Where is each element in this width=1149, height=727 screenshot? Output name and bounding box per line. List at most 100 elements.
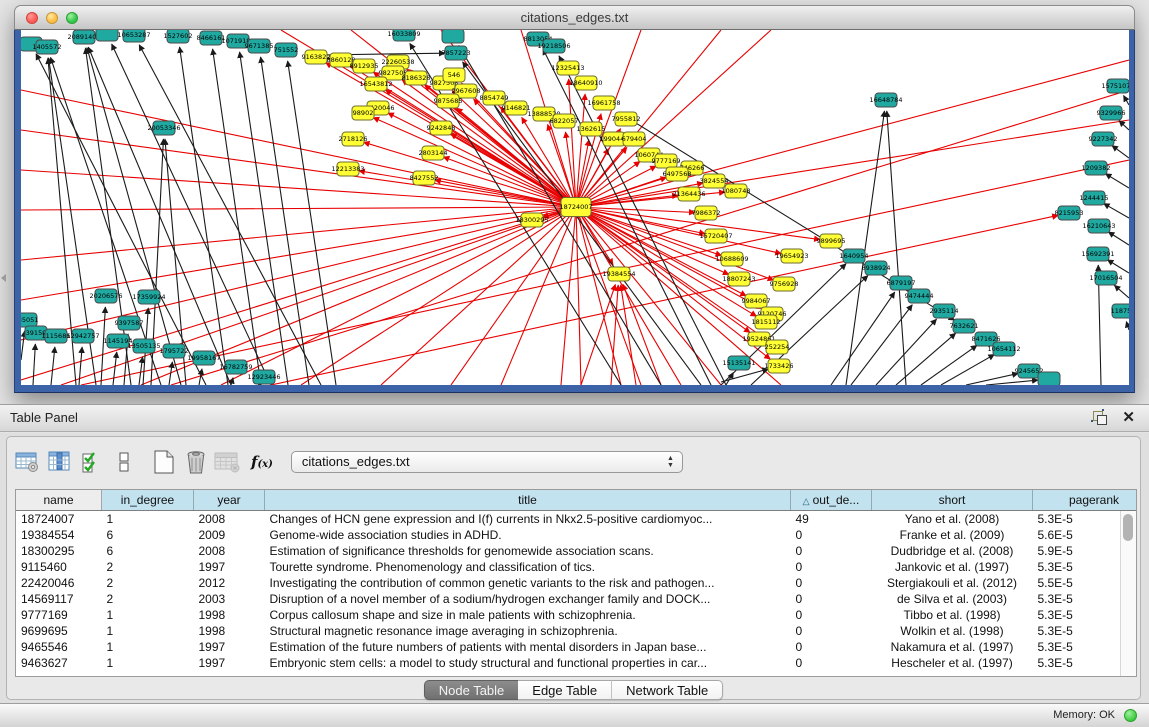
table-row[interactable]: 911546021997Tourette syndrome. Phenomeno…	[16, 559, 1137, 575]
float-panel-icon[interactable]	[1093, 411, 1107, 425]
graph-node-yellow[interactable]: 546	[443, 68, 465, 82]
graph-node-yellow[interactable]: 8186328	[402, 71, 431, 85]
column-header-short[interactable]: short	[872, 490, 1033, 511]
graph-node-yellow[interactable]: 2718126	[339, 132, 368, 146]
graph-node-yellow[interactable]: 252254	[765, 340, 790, 354]
citation-network-graph[interactable]: 1405572208914061065328715276028466161107…	[21, 30, 1129, 385]
column-header-year[interactable]: year	[194, 490, 265, 511]
graph-node-teal[interactable]: 835051	[21, 313, 38, 327]
unselect-all-button[interactable]	[109, 447, 139, 477]
graph-node-teal[interactable]: 15751074	[1101, 79, 1129, 93]
tab-edge-table[interactable]: Edge Table	[518, 680, 611, 700]
graph-node-yellow[interactable]: 9984067	[742, 294, 771, 308]
graph-node-teal[interactable]: 751552	[274, 43, 299, 57]
table-row[interactable]: 977716911998Corpus callosum shape and si…	[16, 607, 1137, 623]
graph-node-yellow[interactable]: 1815112	[752, 315, 781, 329]
close-panel-icon[interactable]: ✕	[1122, 408, 1135, 428]
graph-node-teal[interactable]: 1640954	[840, 249, 869, 263]
graph-node-teal[interactable]: 20206576	[89, 289, 122, 303]
graph-node-yellow[interactable]: 679404	[622, 132, 647, 146]
graph-node-yellow[interactable]: 9875685	[434, 94, 463, 108]
graph-node-yellow[interactable]: 18724007	[559, 198, 592, 217]
graph-node-teal[interactable]: 9227342	[1089, 132, 1118, 146]
import-table-button[interactable]	[213, 447, 243, 477]
graph-node-yellow[interactable]: 8427552	[410, 171, 439, 185]
graph-node-teal[interactable]: 1527602	[164, 30, 193, 43]
graph-node-yellow[interactable]: 1362615	[577, 122, 606, 136]
select-columns-button[interactable]	[45, 447, 75, 477]
graph-node-teal[interactable]: 16210643	[1082, 219, 1115, 233]
column-header-out_de[interactable]: △out_de...	[791, 490, 872, 511]
tab-network-table[interactable]: Network Table	[611, 680, 723, 700]
graph-node-yellow[interactable]: 1080748	[722, 184, 751, 198]
table-row[interactable]: 969969511998Structural magnetic resonanc…	[16, 623, 1137, 639]
minimize-window-button[interactable]	[46, 12, 58, 24]
graph-node-teal[interactable]: 9329966	[1097, 106, 1126, 120]
graph-node-yellow[interactable]: 12325413	[551, 61, 584, 75]
column-header-in_degree[interactable]: in_degree	[102, 490, 194, 511]
graph-node-yellow[interactable]: 10688609	[715, 252, 748, 266]
table-row[interactable]: 1456911722003Disruption of a novel membe…	[16, 591, 1137, 607]
function-builder-button[interactable]: f(x)	[251, 453, 273, 471]
graph-node-yellow[interactable]: 9899695	[817, 234, 846, 248]
graph-node-yellow[interactable]: 6497568	[663, 167, 692, 181]
table-row[interactable]: 946362711997Embryonic stem cells: a mode…	[16, 655, 1137, 671]
graph-node-teal[interactable]: 17016504	[1089, 271, 1122, 285]
graph-node-yellow[interactable]: 9756928	[770, 277, 799, 291]
graph-node-teal[interactable]: 1795722	[160, 344, 189, 358]
graph-node-yellow[interactable]: 21364436	[672, 187, 705, 201]
graph-node-teal[interactable]: 1209382	[1082, 161, 1111, 175]
graph-node-yellow[interactable]: 7955812	[612, 112, 641, 126]
table-row[interactable]: 946554611997Estimation of the future num…	[16, 639, 1137, 655]
graph-node-yellow[interactable]: 9146821	[502, 101, 531, 115]
graph-node-yellow[interactable]: 19384554	[602, 267, 635, 281]
graph-node-teal[interactable]	[442, 30, 464, 43]
graph-node-teal[interactable]: 1405572	[33, 40, 62, 54]
graph-node-yellow[interactable]: 1733426	[765, 359, 794, 373]
graph-node-teal[interactable]: 118753	[1111, 304, 1129, 318]
graph-node-yellow[interactable]: 3824554	[700, 174, 729, 188]
delete-table-button[interactable]	[181, 447, 211, 477]
table-vertical-scrollbar[interactable]	[1120, 511, 1136, 676]
graph-node-teal[interactable]: 9474444	[905, 289, 934, 303]
table-row[interactable]: 2242004622012Investigating the contribut…	[16, 575, 1137, 591]
graph-node-teal[interactable]: 8938924	[862, 261, 891, 275]
graph-node-teal[interactable]: 10653287	[117, 30, 150, 42]
table-row[interactable]: 1830029562008Estimation of significance …	[16, 543, 1137, 559]
graph-node-teal[interactable]: 1244415	[1080, 191, 1109, 205]
column-header-pagerank[interactable]: pagerank	[1033, 490, 1138, 511]
graph-node-teal[interactable]: 9671385	[245, 39, 274, 53]
graph-node-yellow[interactable]: 6822057	[550, 114, 579, 128]
graph-node-teal[interactable]: 15692391	[1081, 247, 1114, 261]
graph-node-yellow[interactable]: 8912935	[350, 59, 379, 73]
graph-node-teal[interactable]: 6879197	[887, 276, 916, 290]
table-row[interactable]: 1872400712008Changes of HCN gene express…	[16, 511, 1137, 528]
close-window-button[interactable]	[26, 12, 38, 24]
network-canvas[interactable]: 1405572208914061065328715276028466161107…	[21, 30, 1129, 385]
graph-node-teal[interactable]: 12923446	[247, 370, 280, 384]
graph-node-yellow[interactable]: 2803144	[419, 146, 448, 160]
graph-node-yellow[interactable]: 18640910	[569, 76, 602, 90]
zoom-window-button[interactable]	[66, 12, 78, 24]
graph-node-teal[interactable]: 2935114	[930, 304, 959, 318]
tab-node-table[interactable]: Node Table	[424, 680, 519, 700]
graph-node-yellow[interactable]: 7986372	[692, 206, 721, 220]
graph-node-teal[interactable]: 7632621	[950, 319, 979, 333]
graph-node-teal[interactable]: 16033809	[387, 30, 420, 41]
graph-node-yellow[interactable]: 8854749	[480, 91, 509, 105]
graph-node-yellow[interactable]: 19654923	[775, 249, 808, 263]
new-table-button[interactable]	[149, 447, 179, 477]
table-settings-button[interactable]	[13, 447, 43, 477]
panel-collapse-grip[interactable]	[1, 274, 6, 282]
column-header-name[interactable]: name	[16, 490, 102, 511]
graph-node-teal[interactable]: 8215953	[1055, 206, 1084, 220]
column-header-title[interactable]: title	[265, 490, 791, 511]
graph-node-teal[interactable]: 9397587	[115, 316, 144, 330]
network-window-titlebar[interactable]: citations_edges.txt	[14, 5, 1135, 30]
graph-node-yellow[interactable]: 98902	[352, 106, 374, 120]
graph-node-teal[interactable]: 16648784	[869, 93, 902, 107]
table-selector-dropdown[interactable]: citations_edges.txt ▲▼	[291, 451, 683, 473]
graph-node-teal[interactable]: 17359924	[132, 290, 165, 304]
graph-node-teal[interactable]: 7857223	[442, 46, 471, 60]
graph-node-teal[interactable]: 19958167	[187, 351, 220, 365]
